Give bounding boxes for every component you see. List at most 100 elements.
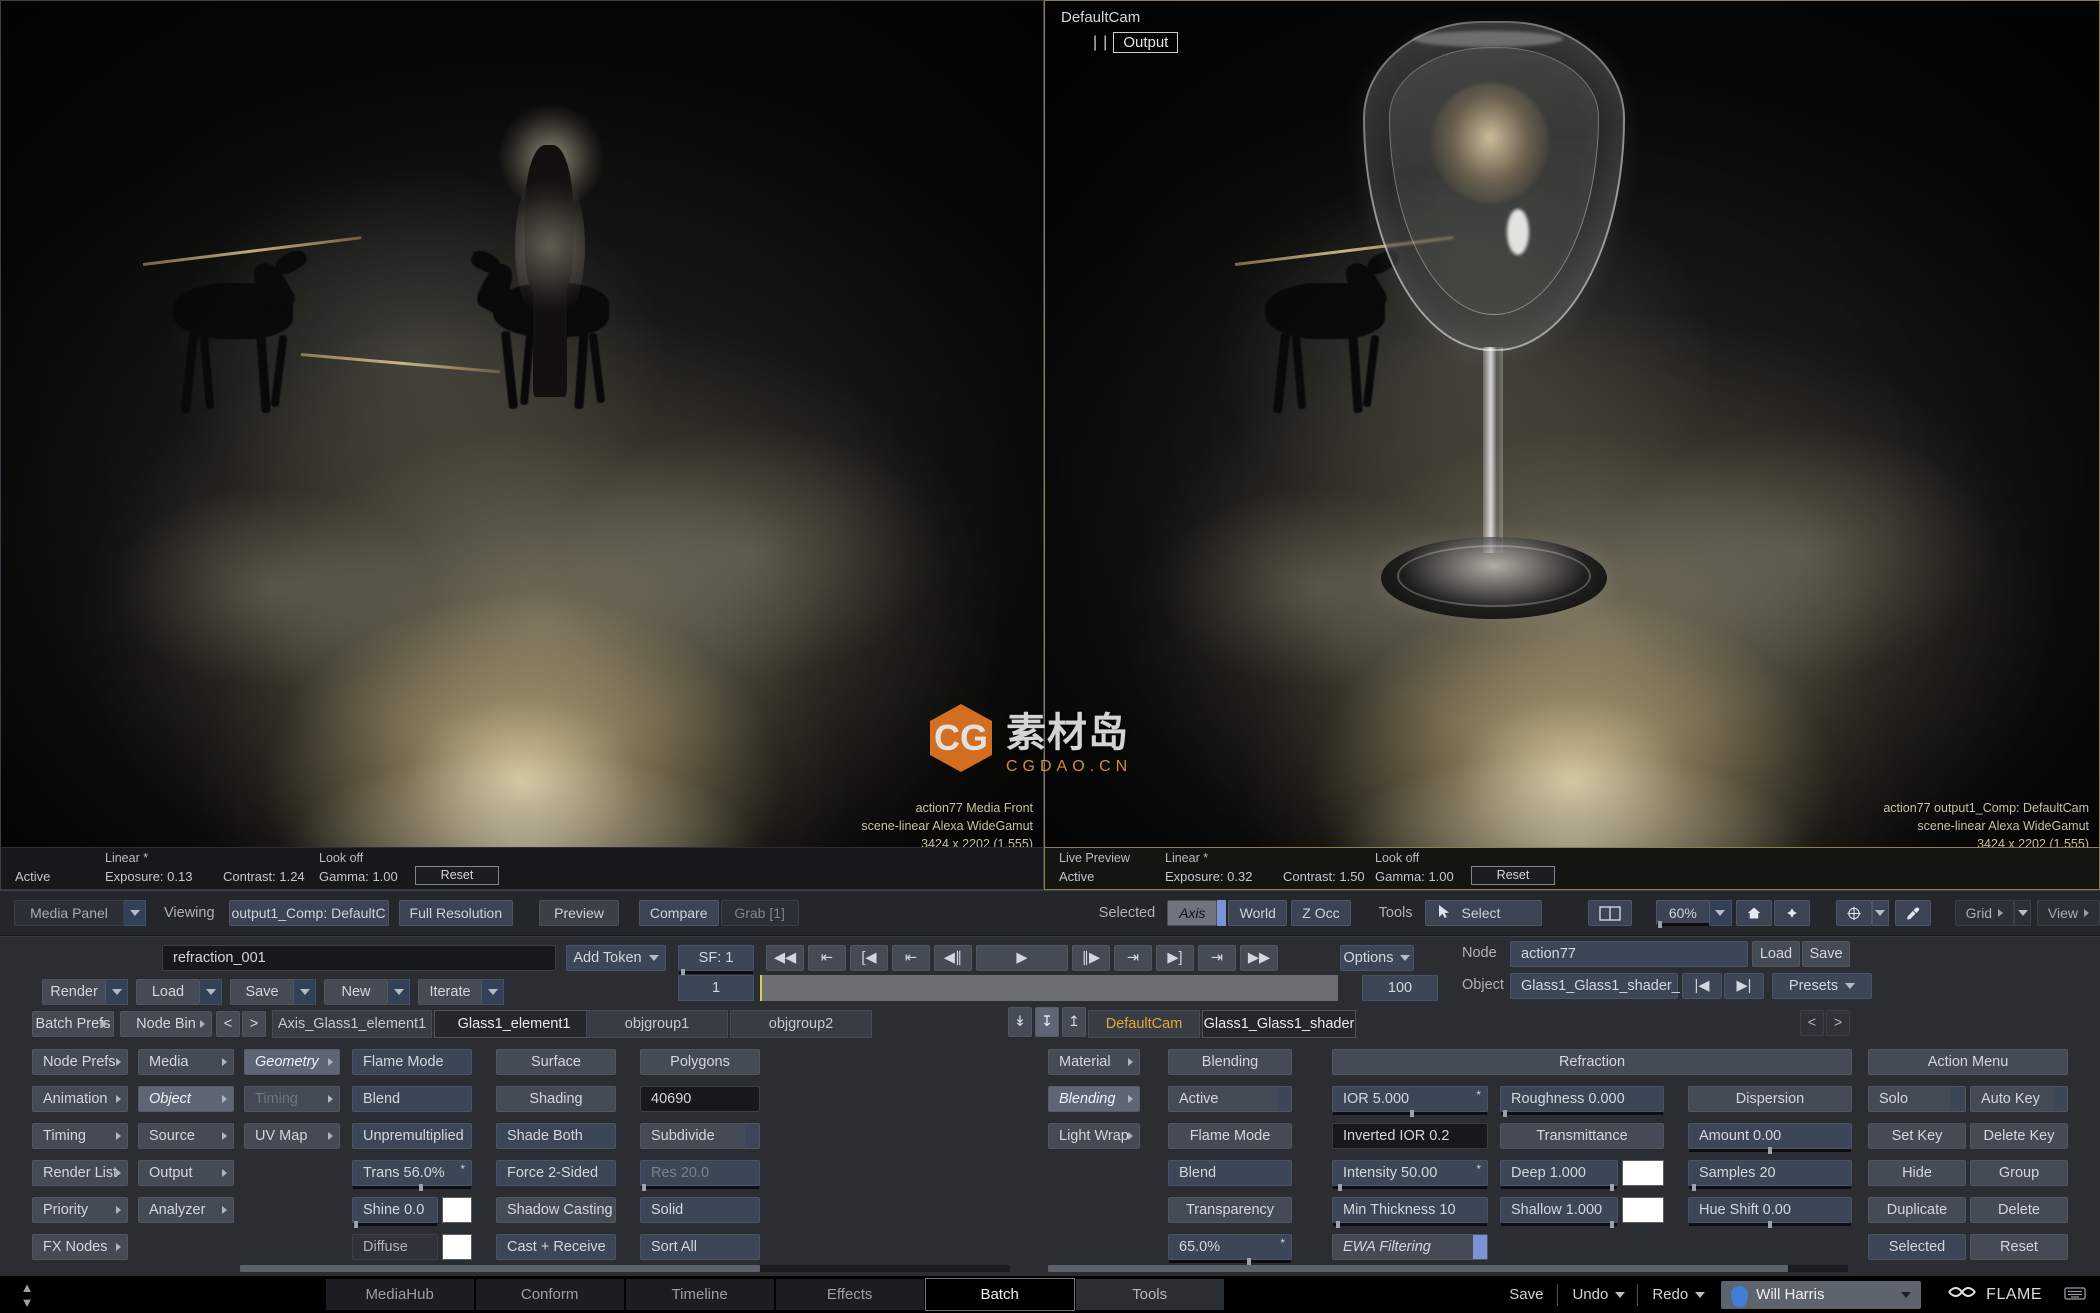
start-frame-field[interactable]: SF: 1 [678,945,754,971]
geo-polygons-header[interactable]: Polygons [640,1049,760,1075]
move-up-icon[interactable]: ↥ [1062,1007,1086,1037]
menu-priority[interactable]: Priority [32,1197,128,1223]
geo-subdivide[interactable]: Subdivide [640,1123,760,1149]
goto-start-icon[interactable]: ◀◀ [766,945,804,971]
next-range-icon[interactable]: ▶] [1156,945,1194,971]
action-delete-key-button[interactable]: Delete Key [1970,1123,2068,1149]
load-button[interactable]: Load [136,979,200,1005]
dispersion-hue-shift-slider[interactable]: Hue Shift 0.00 [1688,1197,1852,1223]
render-caret[interactable] [106,979,128,1005]
geo-shade-both[interactable]: Shade Both [496,1123,616,1149]
geo-solid[interactable]: Solid [640,1197,760,1223]
target-icon[interactable] [1836,900,1872,926]
nav-batch[interactable]: Batch [925,1278,1075,1311]
move-down-icon[interactable]: ↡ [1008,1007,1032,1037]
media-panel-caret[interactable] [124,900,146,926]
action-selected-button[interactable]: Selected [1868,1234,1966,1260]
presets-dropdown[interactable]: Presets [1772,973,1872,999]
refraction-intensity-slider[interactable]: Intensity 50.00* [1332,1160,1488,1186]
node-bin-button[interactable]: Node Bin [120,1011,212,1037]
right-reset-button[interactable]: Reset [1471,866,1555,885]
geo-blend[interactable]: Blend [352,1086,472,1112]
timebar-options-button[interactable]: Options [1340,945,1414,971]
viewing-value-button[interactable]: output1_Comp: DefaultC [229,900,389,926]
menu-light-wrap[interactable]: Light Wrap [1048,1123,1140,1149]
prev-marker-icon[interactable]: ⇤ [892,945,930,971]
output-toggle-row[interactable]: | | Output [1093,32,1178,53]
user-menu[interactable]: Will Harris [1721,1281,1921,1309]
save-dropdown[interactable]: Save [230,979,316,1005]
dispersion-header[interactable]: Dispersion [1688,1086,1852,1112]
prev-range-icon[interactable]: [◀ [850,945,888,971]
geo-surface-header[interactable]: Surface [496,1049,616,1075]
node-tab-glass1-element1[interactable]: Glass1_element1 [434,1010,594,1038]
action-menu-header[interactable]: Action Menu [1868,1049,2068,1075]
menu-material[interactable]: Material [1048,1049,1140,1075]
action-delete-button[interactable]: Delete [1970,1197,2068,1223]
menu-render-list[interactable]: Render List [32,1160,128,1186]
node-prev-button[interactable]: < [216,1011,240,1037]
save-button[interactable]: Save [230,979,294,1005]
right-exposure-value[interactable]: Exposure: 0.32 [1165,869,1252,884]
menu-blending[interactable]: Blending [1048,1086,1140,1112]
step-forward-icon[interactable]: ∥▶ [1072,945,1110,971]
nav-conform[interactable]: Conform [475,1278,625,1311]
left-gamma-value[interactable]: Gamma: 1.00 [319,869,398,884]
cam-tab-glass1-shader[interactable]: Glass1_Glass1_shader [1202,1010,1356,1038]
move-to-bottom-icon[interactable]: ↧ [1035,1007,1059,1037]
collapse-handle-icon[interactable]: ▲▼ [14,1280,40,1310]
transmittance-deep-swatch[interactable] [1622,1160,1664,1186]
node-load-button[interactable]: Load [1752,941,1800,967]
render-dropdown[interactable]: Render [42,979,128,1005]
action-duplicate-button[interactable]: Duplicate [1868,1197,1966,1223]
eyedropper-icon[interactable] [1895,900,1931,926]
node-next-button[interactable]: > [242,1011,266,1037]
geo-trans-slider[interactable]: Trans 56.0%* [352,1160,472,1186]
bottom-save-button[interactable]: Save [1509,1286,1543,1303]
next-marker-icon[interactable]: ⇥ [1114,945,1152,971]
viewport-right[interactable]: DefaultCam | | Output action77 output1_C… [1044,0,2100,890]
media-panel-button[interactable]: Media Panel [14,900,124,926]
action-auto-key-button[interactable]: Auto Key [1970,1086,2068,1112]
bottom-redo-button[interactable]: Redo [1652,1286,1688,1303]
save-caret[interactable] [294,979,316,1005]
output-button[interactable]: Output [1113,32,1178,53]
transmittance-shallow-swatch[interactable] [1622,1197,1664,1223]
node-tab-objgroup1[interactable]: objgroup1 [586,1010,728,1038]
iterate-dropdown[interactable]: Iterate [418,979,504,1005]
blending-blend[interactable]: Blend [1168,1160,1292,1186]
geo-shine-slider[interactable]: Shine 0.0 [352,1197,438,1223]
menu-fx-nodes[interactable]: FX Nodes [32,1234,128,1260]
nav-timeline[interactable]: Timeline [625,1278,775,1311]
refraction-min-thickness-slider[interactable]: Min Thickness 10 [1332,1197,1488,1223]
grid-button[interactable]: Grid [1955,900,2014,926]
fit-to-view-icon[interactable] [1774,900,1810,926]
action-set-key-button[interactable]: Set Key [1868,1123,1966,1149]
geo-cast-receive[interactable]: Cast + Receive [496,1234,616,1260]
refraction-ior-slider[interactable]: IOR 5.000* [1332,1086,1488,1112]
node-tab-objgroup2[interactable]: objgroup2 [730,1010,872,1038]
geo-polygon-count-field[interactable]: 40690 [640,1086,760,1112]
user-caret-icon[interactable] [1901,1292,1911,1298]
right-gamma-value[interactable]: Gamma: 1.00 [1375,869,1454,884]
undo-caret-icon[interactable] [1615,1292,1625,1298]
blending-flame-mode[interactable]: Flame Mode [1168,1123,1292,1149]
nav-mediahub[interactable]: MediaHub [325,1278,475,1311]
next-keyframe-icon[interactable]: ⇥ [1198,945,1236,971]
grab-button[interactable]: Grab [1] [721,900,799,926]
full-resolution-button[interactable]: Full Resolution [399,900,514,926]
left-exposure-value[interactable]: Exposure: 0.13 [105,869,192,884]
load-dropdown[interactable]: Load [136,979,222,1005]
zoom-level-dropdown[interactable]: 60% [1656,900,1732,926]
batch-prefs-button[interactable]: Batch Prefs [32,1011,114,1037]
menu-object[interactable]: Object [138,1086,234,1112]
menu-source[interactable]: Source [138,1123,234,1149]
node-save-button[interactable]: Save [1802,941,1850,967]
menu-animation[interactable]: Animation [32,1086,128,1112]
transmittance-deep-slider[interactable]: Deep 1.000 [1500,1160,1618,1186]
geo-sort-all[interactable]: Sort All [640,1234,760,1260]
zoom-level-button[interactable]: 60% [1656,900,1710,926]
geo-shadow-casting[interactable]: Shadow Casting [496,1197,616,1223]
refraction-inverted-ior-field[interactable]: Inverted IOR 0.2 [1332,1123,1488,1149]
panel-scrollbar-right[interactable] [1048,1265,1848,1272]
